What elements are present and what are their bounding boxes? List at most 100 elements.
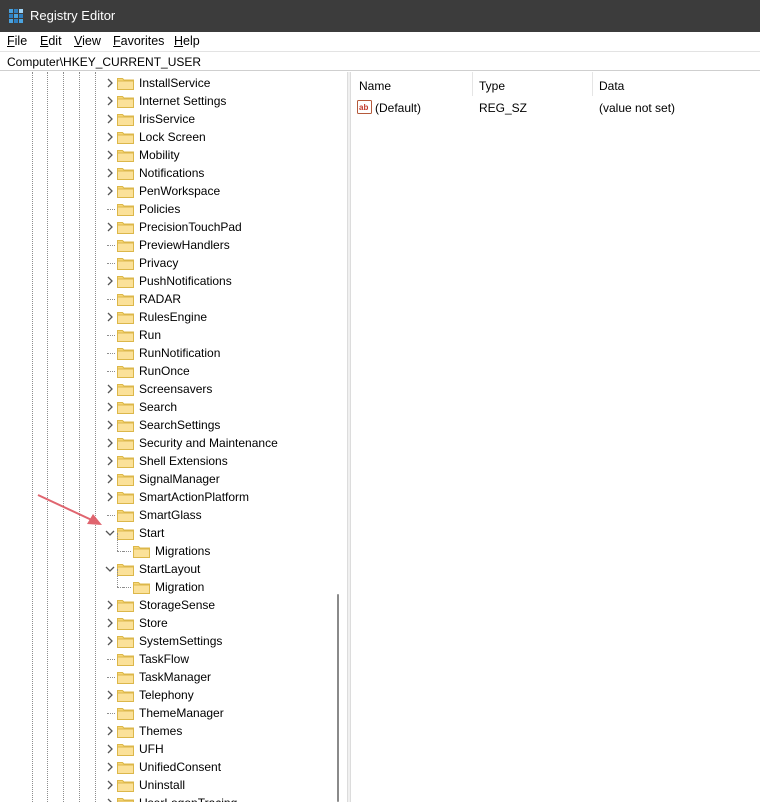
column-header-name[interactable]: Name xyxy=(359,72,391,96)
tree-node[interactable]: InstallService xyxy=(0,74,330,92)
chevron-right-icon[interactable] xyxy=(105,456,115,466)
chevron-right-icon[interactable] xyxy=(105,798,115,802)
tree-scrollbar[interactable] xyxy=(330,72,347,802)
chevron-right-icon[interactable] xyxy=(105,78,115,88)
tree-node[interactable]: UserLogonTracing xyxy=(0,794,330,802)
tree-node[interactable]: PrecisionTouchPad xyxy=(0,218,330,236)
chevron-right-icon[interactable] xyxy=(105,744,115,754)
tree-scrollbar-thumb[interactable] xyxy=(337,594,339,802)
tree-node[interactable]: Screensavers xyxy=(0,380,330,398)
chevron-right-icon[interactable] xyxy=(105,96,115,106)
tree-node[interactable]: UFH xyxy=(0,740,330,758)
address-bar[interactable]: Computer\HKEY_CURRENT_USER xyxy=(0,51,760,71)
chevron-right-icon[interactable] xyxy=(105,186,115,196)
chevron-down-icon[interactable] xyxy=(105,528,115,538)
address-path[interactable]: Computer\HKEY_CURRENT_USER xyxy=(7,55,201,69)
chevron-right-icon[interactable] xyxy=(105,168,115,178)
chevron-right-icon[interactable] xyxy=(105,636,115,646)
tree-node[interactable]: PenWorkspace xyxy=(0,182,330,200)
tree-node[interactable]: Lock Screen xyxy=(0,128,330,146)
tree-connector xyxy=(107,209,115,210)
tree-node[interactable]: StartLayout xyxy=(0,560,330,578)
tree-node[interactable]: SmartGlass xyxy=(0,506,330,524)
chevron-right-icon[interactable] xyxy=(105,150,115,160)
chevron-right-icon[interactable] xyxy=(105,780,115,790)
tree-node[interactable]: TaskManager xyxy=(0,668,330,686)
chevron-right-icon[interactable] xyxy=(105,384,115,394)
chevron-right-icon[interactable] xyxy=(105,600,115,610)
tree-node[interactable]: Migration xyxy=(0,569,330,596)
key-tree[interactable]: InstallService Internet Settings IrisServi… xyxy=(0,72,330,802)
tree-node[interactable]: RulesEngine xyxy=(0,308,330,326)
tree-node[interactable]: Internet Settings xyxy=(0,92,330,110)
chevron-right-icon[interactable] xyxy=(105,618,115,628)
tree-node-label: PrecisionTouchPad xyxy=(139,220,242,234)
tree-node[interactable]: SystemSettings xyxy=(0,632,330,650)
menu-view[interactable]: View xyxy=(74,34,101,48)
menu-file[interactable]: File xyxy=(7,34,27,48)
tree-node[interactable]: Store xyxy=(0,614,330,632)
chevron-right-icon[interactable] xyxy=(105,420,115,430)
tree-node[interactable]: Search xyxy=(0,398,330,416)
column-header-type[interactable]: Type xyxy=(479,72,505,96)
chevron-right-icon[interactable] xyxy=(105,492,115,502)
tree-node[interactable]: IrisService xyxy=(0,110,330,128)
tree-node[interactable]: Mobility xyxy=(0,146,330,164)
tree-node[interactable]: Policies xyxy=(0,200,330,218)
menu-edit[interactable]: Edit xyxy=(40,34,62,48)
tree-node[interactable]: Start xyxy=(0,524,330,542)
menu-favorites[interactable]: Favorites xyxy=(113,34,164,48)
tree-node[interactable]: UnifiedConsent xyxy=(0,758,330,776)
tree-node[interactable]: TaskFlow xyxy=(0,650,330,668)
column-header-data[interactable]: Data xyxy=(599,72,624,96)
tree-node[interactable]: RunOnce xyxy=(0,362,330,380)
tree-node-label: IrisService xyxy=(139,112,196,126)
tree-node[interactable]: Migrations xyxy=(0,533,330,560)
chevron-right-icon[interactable] xyxy=(105,276,115,286)
chevron-right-icon[interactable] xyxy=(105,114,115,124)
column-divider[interactable] xyxy=(592,72,593,96)
tree-node[interactable]: SignalManager xyxy=(0,470,330,488)
tree-node[interactable]: ThemeManager xyxy=(0,704,330,722)
tree-node-label: Notifications xyxy=(139,166,205,180)
tree-node[interactable]: RADAR xyxy=(0,290,330,308)
tree-node-label: PenWorkspace xyxy=(139,184,221,198)
tree-node[interactable]: SearchSettings xyxy=(0,416,330,434)
svg-text:ab: ab xyxy=(359,103,368,112)
tree-node-label: Migration xyxy=(155,580,205,594)
values-pane[interactable]: Name Type Data ab (Default) REG_SZ (valu… xyxy=(351,72,760,802)
tree-node[interactable]: Shell Extensions xyxy=(0,452,330,470)
chevron-right-icon[interactable] xyxy=(105,222,115,232)
tree-node-label: PushNotifications xyxy=(139,274,232,288)
chevron-right-icon[interactable] xyxy=(105,690,115,700)
tree-node[interactable]: SmartActionPlatform xyxy=(0,488,330,506)
tree-node[interactable]: Telephony xyxy=(0,686,330,704)
tree-node[interactable]: Security and Maintenance xyxy=(0,434,330,452)
tree-node[interactable]: RunNotification xyxy=(0,344,330,362)
chevron-right-icon[interactable] xyxy=(105,474,115,484)
menu-help[interactable]: Help xyxy=(174,34,200,48)
folder-icon xyxy=(117,114,134,126)
chevron-right-icon[interactable] xyxy=(105,726,115,736)
column-divider[interactable] xyxy=(472,72,473,96)
menu-help-accel: H xyxy=(174,34,184,48)
chevron-right-icon[interactable] xyxy=(105,402,115,412)
folder-icon xyxy=(117,330,134,342)
chevron-right-icon[interactable] xyxy=(105,132,115,142)
chevron-right-icon[interactable] xyxy=(105,312,115,322)
tree-node-label: Themes xyxy=(139,724,183,738)
tree-node[interactable]: PreviewHandlers xyxy=(0,236,330,254)
chevron-right-icon[interactable] xyxy=(105,762,115,772)
tree-node[interactable]: PushNotifications xyxy=(0,272,330,290)
tree-node[interactable]: Notifications xyxy=(0,164,330,182)
value-row[interactable]: ab (Default) REG_SZ (value not set) xyxy=(351,98,760,118)
tree-node[interactable]: Privacy xyxy=(0,254,330,272)
tree-node[interactable]: StorageSense xyxy=(0,596,330,614)
tree-node[interactable]: Uninstall xyxy=(0,776,330,794)
folder-icon xyxy=(117,744,134,756)
tree-node-label: Run xyxy=(139,328,162,342)
chevron-right-icon[interactable] xyxy=(105,438,115,448)
tree-node[interactable]: Themes xyxy=(0,722,330,740)
chevron-down-icon[interactable] xyxy=(105,564,115,574)
tree-node[interactable]: Run xyxy=(0,326,330,344)
